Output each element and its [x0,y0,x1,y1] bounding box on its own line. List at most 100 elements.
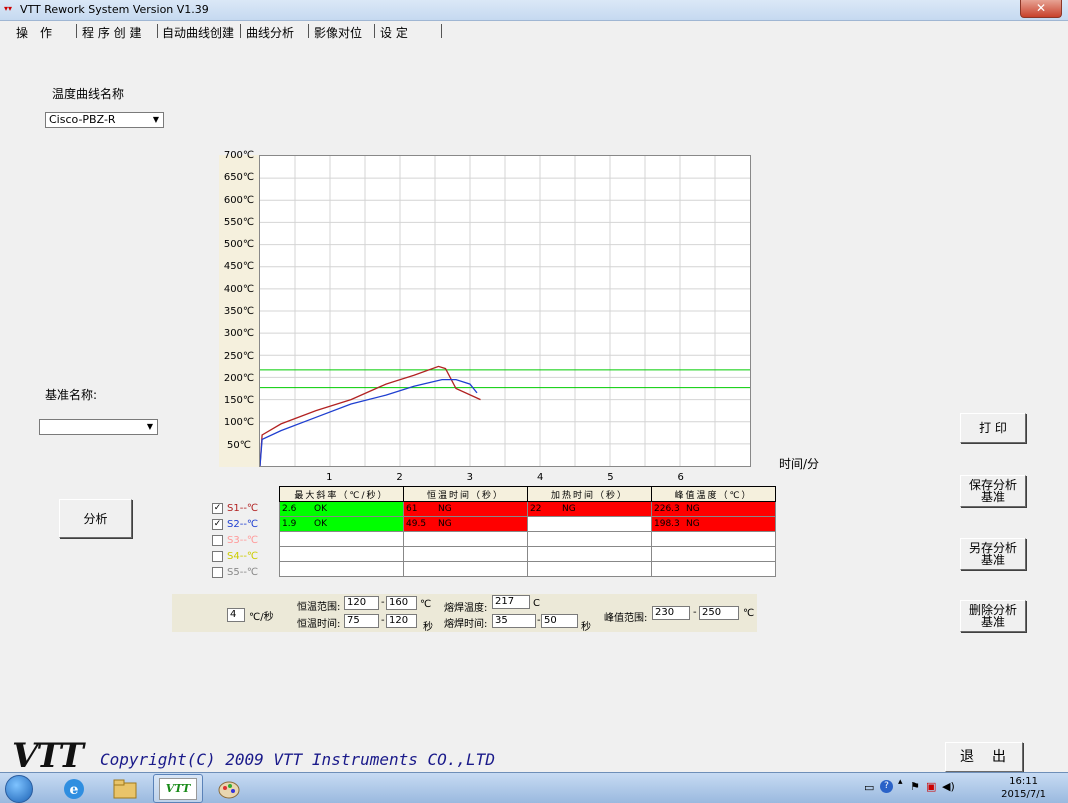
soak-time-label: 恒温时间: [297,619,341,630]
svg-text:e: e [70,782,79,798]
series-toggle-4[interactable]: S4--℃ [212,549,258,563]
baseline-select[interactable]: ▼ [39,419,158,435]
soak-range-label: 恒温范围: [297,602,341,613]
series-toggle-5[interactable]: S5--℃ [212,565,258,579]
flag-icon[interactable]: ⚑ [910,780,920,793]
reflow-temp-input[interactable]: 217 [492,595,530,609]
table-cell [279,561,404,577]
close-button[interactable]: ✕ [1020,0,1062,18]
network-icon[interactable]: ▣ [926,780,936,793]
menu-bar: 操 作 程 序 创 建 自动曲线创建 曲线分析 影像对位 设 定 [0,21,1068,41]
slope-input[interactable]: 4 [227,608,245,622]
menu-separator [76,24,77,38]
cell-status: NG [562,504,576,514]
dash: - [693,607,697,618]
cell-value: 2.6 [282,504,297,514]
print-button[interactable]: 打 印 [960,413,1026,443]
paint-app-icon[interactable] [205,774,253,803]
reflow-temp-unit: C [533,598,540,609]
series-toggle-2[interactable]: ✓ S2--℃ [212,517,258,531]
help-icon[interactable]: ? [880,780,893,793]
x-tick-label: 1 [326,472,333,483]
peak-range-label: 峰值范围: [604,613,648,624]
cell-status: NG [438,504,452,514]
system-tray: ▭ ? ▴ ⚑ ▣ ◀) 16:11 2015/7/1 [848,773,1068,803]
menu-item-curve-analysis[interactable]: 曲线分析 [246,24,294,41]
delete-baseline-button[interactable]: 删除分析基准 [960,600,1026,632]
cell-value: 226.3 [654,504,680,514]
peak-range-min-input[interactable]: 230 [652,606,690,620]
ie-browser-icon[interactable]: e [50,774,98,803]
table-cell: 22 NG [527,501,652,517]
table-cell: 2.6 OK [279,501,404,517]
cell-value: 61 [406,504,418,514]
cell-status: NG [438,519,452,529]
clock-date: 2015/7/1 [1001,789,1046,800]
series-toggle-1[interactable]: ✓ S1--℃ [212,501,258,515]
series-checkbox[interactable]: ✓ [212,502,223,514]
peak-range-unit: ℃ [743,608,755,619]
table-cell: 61 NG [403,501,528,517]
save-as-baseline-button[interactable]: 另存分析基准 [960,538,1026,570]
series-checkbox[interactable] [212,550,223,562]
baseline-label: 基准名称: [45,388,98,402]
menu-item-auto-curve[interactable]: 自动曲线创建 [162,24,234,41]
y-tick-label: 100℃ [223,417,255,429]
taskbar: e VTT ▭ ? ▴ ⚑ ▣ ◀) 16:11 2015/7/1 [0,772,1068,803]
slope-unit: ℃/秒 [249,612,274,623]
menu-separator [157,24,158,38]
y-tick-label: 650℃ [223,172,255,184]
x-tick-label: 2 [396,472,403,483]
keyboard-icon[interactable]: ▭ [864,781,874,794]
start-button[interactable] [5,775,33,803]
menu-item-settings[interactable]: 设 定 [380,24,408,41]
chevron-down-icon[interactable]: ▼ [143,420,157,434]
copyright-text: Copyright(C) 2009 VTT Instruments CO.,LT… [100,750,495,769]
table-cell [403,531,528,547]
series-checkbox[interactable] [212,534,223,546]
explorer-folder-icon[interactable] [101,774,149,803]
dash: - [381,597,385,608]
temperature-curve-chart [259,156,750,467]
table-cell [651,531,776,547]
y-tick-label: 300℃ [223,328,255,340]
table-row: 1.9 OK 49.5 NG 198.3 NG [279,516,776,532]
tray-arrow-icon[interactable]: ▴ [898,777,903,787]
analyze-button[interactable]: 分析 [59,499,132,538]
curve-name-select[interactable]: Cisco-PBZ-R ▼ [45,112,164,128]
table-cell [527,516,652,532]
series-label: S3--℃ [227,534,259,546]
menu-separator [374,24,375,38]
volume-icon[interactable]: ◀) [942,780,955,793]
menu-item-image-align[interactable]: 影像对位 [314,24,362,41]
soak-time-max-input[interactable]: 120 [386,614,417,628]
menu-item-operation[interactable]: 操 作 [16,24,52,41]
table-cell [279,531,404,547]
header-heating-time: 加热时间（秒） [527,486,652,502]
y-tick-label: 400℃ [223,283,255,295]
save-baseline-button[interactable]: 保存分析基准 [960,475,1026,507]
soak-range-unit: ℃ [420,599,432,610]
series-checkbox[interactable] [212,566,223,578]
y-tick-label: 350℃ [223,306,255,317]
soak-range-max-input[interactable]: 160 [386,596,417,610]
reflow-time-max-input[interactable]: 50 [541,614,578,628]
table-cell: 1.9 OK [279,516,404,532]
vtt-app-icon[interactable]: VTT [153,774,203,803]
peak-range-max-input[interactable]: 250 [699,606,739,620]
curve-name-value: Cisco-PBZ-R [49,113,116,126]
clock[interactable]: 16:11 2015/7/1 [1001,775,1046,801]
series-toggle-3[interactable]: S3--℃ [212,533,258,547]
clock-time: 16:11 [1009,776,1038,787]
reflow-time-min-input[interactable]: 35 [492,614,536,628]
chevron-down-icon[interactable]: ▼ [149,113,163,127]
menu-separator [308,24,309,38]
table-cell: 226.3 NG [651,501,776,517]
x-tick-label: 5 [607,472,614,483]
series-checkbox[interactable]: ✓ [212,518,223,530]
exit-button[interactable]: 退 出 [945,742,1023,772]
soak-time-min-input[interactable]: 75 [344,614,379,628]
menu-item-program[interactable]: 程 序 创 建 [82,24,141,41]
y-tick-label: 150℃ [223,395,255,407]
soak-range-min-input[interactable]: 120 [344,596,379,610]
